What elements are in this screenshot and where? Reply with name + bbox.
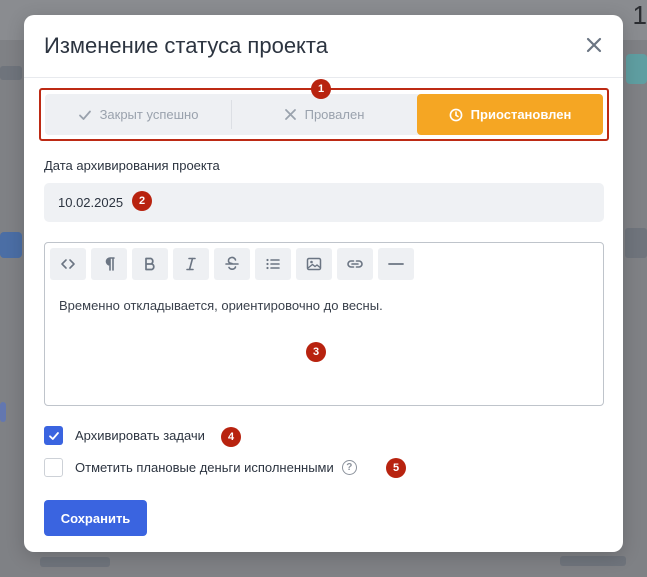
backdrop-fragment — [40, 557, 110, 567]
list-icon[interactable] — [255, 248, 291, 280]
x-icon — [284, 109, 296, 120]
status-option-label: Закрыт успешно — [99, 107, 199, 122]
editor-content[interactable]: Временно откладывается, ориентировочно д… — [59, 298, 383, 313]
editor-toolbar — [50, 248, 414, 280]
annotation-marker: 3 — [306, 342, 326, 362]
header-divider — [24, 77, 623, 78]
comment-editor: Временно откладывается, ориентировочно д… — [44, 242, 604, 406]
mark-money-row: Отметить плановые деньги исполненными ? — [44, 458, 357, 477]
check-icon — [78, 110, 91, 120]
archive-date-input[interactable]: 10.02.2025 — [44, 183, 604, 222]
archive-tasks-checkbox[interactable] — [44, 426, 63, 445]
checkmark-icon — [48, 431, 59, 440]
link-icon[interactable] — [337, 248, 373, 280]
status-option-suspended[interactable]: Приостановлен — [417, 94, 603, 135]
italic-icon[interactable] — [173, 248, 209, 280]
close-icon[interactable] — [584, 35, 604, 55]
save-button[interactable]: Сохранить — [44, 500, 147, 536]
annotation-marker: 1 — [311, 79, 331, 99]
status-option-label: Приостановлен — [470, 107, 572, 122]
status-option-failed[interactable]: Провален — [231, 94, 417, 135]
code-icon[interactable] — [50, 248, 86, 280]
modal-title: Изменение статуса проекта — [44, 33, 328, 58]
image-icon[interactable] — [296, 248, 332, 280]
paragraph-icon[interactable] — [91, 248, 127, 280]
annotation-marker: 4 — [221, 427, 241, 447]
archive-tasks-label: Архивировать задачи — [75, 428, 205, 443]
backdrop-fragment — [625, 228, 647, 258]
backdrop-fragment — [0, 66, 22, 80]
help-icon[interactable]: ? — [341, 460, 357, 475]
status-option-closed-success[interactable]: Закрыт успешно — [45, 94, 231, 135]
mark-planned-money-checkbox[interactable] — [44, 458, 63, 477]
bold-icon[interactable] — [132, 248, 168, 280]
archive-date-label: Дата архивирования проекта — [44, 158, 220, 173]
annotation-marker: 2 — [132, 191, 152, 211]
horizontal-rule-icon[interactable] — [378, 248, 414, 280]
status-option-label: Провален — [304, 107, 365, 122]
backdrop-fragment — [626, 54, 647, 84]
status-segmented-control: Закрыт успешно Провален Приостановлен — [45, 94, 603, 135]
backdrop-fragment — [0, 402, 6, 422]
backdrop-fragment — [560, 556, 626, 566]
mark-planned-money-label: Отметить плановые деньги исполненными — [75, 460, 334, 475]
strikethrough-icon[interactable] — [214, 248, 250, 280]
annotation-marker: 5 — [386, 458, 406, 478]
change-status-modal: Изменение статуса проекта Закрыт успешно… — [24, 15, 623, 552]
backdrop-corner-text: 1 — [632, 0, 647, 30]
archive-tasks-row: Архивировать задачи — [44, 426, 205, 445]
backdrop-fragment — [0, 232, 22, 258]
clock-icon — [449, 108, 463, 121]
